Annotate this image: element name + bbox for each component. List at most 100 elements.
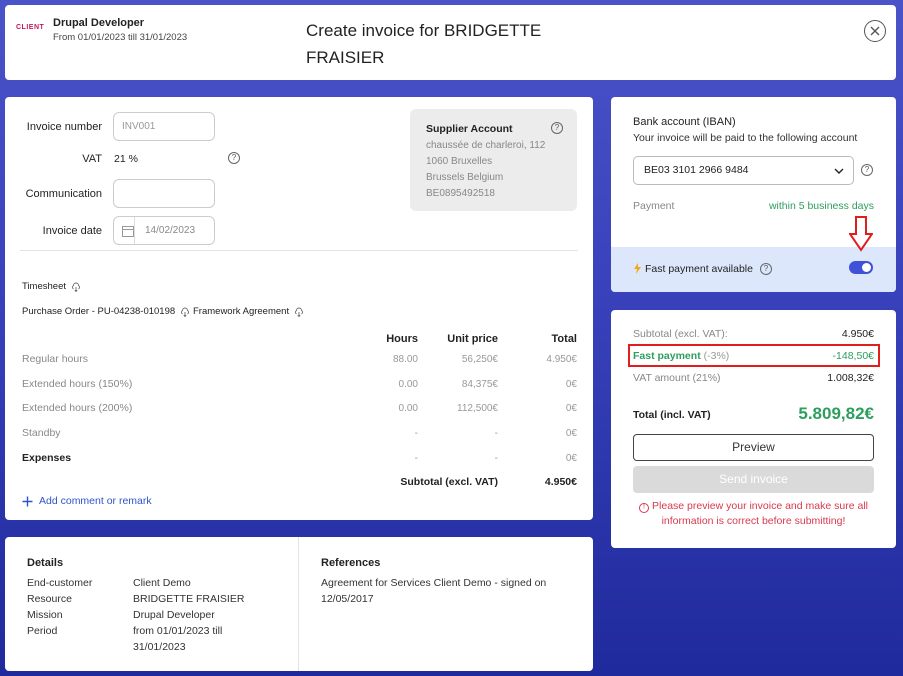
send-invoice-button[interactable]: Send invoice bbox=[633, 466, 874, 493]
payment-label: Payment bbox=[633, 200, 675, 212]
row-hours: - bbox=[414, 453, 418, 464]
communication-label: Communication bbox=[25, 188, 102, 200]
cloud-download-icon bbox=[181, 307, 190, 317]
invoice-number-label: Invoice number bbox=[26, 121, 102, 133]
end-customer-value: Client Demo bbox=[133, 577, 191, 589]
row-label: Regular hours bbox=[22, 353, 88, 365]
supplier-title: Supplier Account bbox=[426, 123, 513, 135]
warning-text-1: Please preview your invoice and make sur… bbox=[652, 500, 868, 512]
vat-amount-label: VAT amount (21%) bbox=[633, 372, 721, 384]
total-value: 5.809,82€ bbox=[798, 404, 874, 423]
arrow-down-icon bbox=[849, 216, 873, 252]
timesheet-link[interactable]: Timesheet bbox=[22, 281, 81, 292]
row-hours: 0.00 bbox=[398, 403, 418, 414]
row-total: 0€ bbox=[565, 379, 577, 390]
framework-agreement-label: Framework Agreement bbox=[193, 306, 290, 317]
subtotal-label: Subtotal (excl. VAT) bbox=[400, 476, 498, 488]
row-total: 0€ bbox=[565, 428, 577, 439]
vat-value: 21 % bbox=[114, 153, 138, 165]
employee-period: From 01/01/2023 till 31/01/2023 bbox=[53, 32, 188, 43]
supplier-city: 1060 Bruxelles bbox=[426, 156, 493, 167]
supplier-help-icon[interactable]: ? bbox=[551, 122, 563, 134]
period-value-line-1: from 01/01/2023 till bbox=[133, 625, 223, 637]
close-button[interactable] bbox=[864, 20, 886, 42]
invoice-form-card: Invoice number INV001 VAT 21 % ? Communi… bbox=[5, 97, 593, 520]
row-hours: 88.00 bbox=[392, 354, 418, 365]
supplier-country: Brussels Belgium bbox=[426, 172, 504, 183]
period-value-line-2: 31/01/2023 bbox=[133, 641, 186, 653]
close-icon bbox=[870, 26, 880, 36]
iban-value: BE03 3101 2966 9484 bbox=[644, 164, 749, 176]
col-header-total: Total bbox=[551, 333, 577, 345]
row-label: Standby bbox=[22, 427, 61, 439]
mission-key: Mission bbox=[27, 609, 63, 621]
payment-value: within 5 business days bbox=[768, 200, 874, 212]
client-logo: CLIENT bbox=[16, 24, 45, 31]
calendar-icon bbox=[122, 226, 134, 237]
preview-warning-line-1: ! Please preview your invoice and make su… bbox=[633, 499, 874, 514]
references-title: References bbox=[321, 557, 381, 569]
invoice-date-value: 14/02/2023 bbox=[145, 225, 196, 236]
end-customer-key: End-customer bbox=[27, 577, 93, 589]
lightning-icon bbox=[634, 263, 641, 274]
mission-value: Drupal Developer bbox=[133, 609, 215, 621]
period-key: Period bbox=[27, 625, 58, 637]
subtotal-value: 4.950€ bbox=[544, 476, 577, 488]
row-unit-price: 56,250€ bbox=[461, 354, 498, 365]
employee-name: Drupal Developer bbox=[53, 17, 145, 29]
chevron-down-icon bbox=[834, 168, 844, 174]
purchase-order-link[interactable]: Purchase Order - PU-04238-010198 bbox=[22, 306, 190, 317]
invoice-date-label: Invoice date bbox=[42, 225, 102, 237]
row-label: Expenses bbox=[22, 452, 72, 464]
form-divider bbox=[20, 250, 578, 251]
page-title: Create invoice for BRIDGETTE FRAISIER bbox=[306, 17, 566, 71]
bank-title: Bank account (IBAN) bbox=[633, 116, 736, 128]
details-card: Details End-customer Client Demo Resourc… bbox=[5, 537, 593, 671]
row-unit-price: 112,500€ bbox=[457, 403, 498, 414]
col-header-hours: Hours bbox=[386, 333, 418, 345]
iban-help-icon[interactable]: ? bbox=[861, 164, 873, 176]
supplier-account-box: Supplier Account ? chaussée de charleroi… bbox=[410, 109, 577, 211]
fast-payment-highlight-box bbox=[628, 344, 880, 367]
resource-value: BRIDGETTE FRAISIER bbox=[133, 593, 245, 605]
references-line-2: 12/05/2017 bbox=[321, 593, 374, 605]
communication-input[interactable] bbox=[113, 179, 215, 208]
invoice-number-input[interactable]: INV001 bbox=[113, 112, 215, 141]
references-line-1: Agreement for Services Client Demo - sig… bbox=[321, 577, 547, 589]
row-unit-price: 84,375€ bbox=[461, 379, 498, 390]
row-total: 0€ bbox=[565, 453, 577, 464]
supplier-street: chaussée de charleroi, 112 bbox=[426, 140, 546, 151]
plus-icon bbox=[22, 496, 33, 506]
cloud-download-icon bbox=[72, 282, 80, 292]
col-header-unit-price: Unit price bbox=[447, 333, 498, 345]
totals-subtotal-value: 4.950€ bbox=[841, 328, 874, 340]
fast-payment-toggle[interactable] bbox=[849, 261, 873, 274]
page-title-line-1: Create invoice for BRIDGETTE bbox=[306, 21, 542, 40]
supplier-vat-number: BE0895492518 bbox=[426, 188, 495, 199]
preview-warning-line-2: information is correct before submitting… bbox=[661, 515, 846, 527]
details-title: Details bbox=[27, 557, 64, 569]
vat-amount-value: 1.008,32€ bbox=[827, 372, 874, 384]
add-comment-link[interactable]: Add comment or remark bbox=[22, 495, 152, 507]
row-total: 4.950€ bbox=[546, 354, 577, 365]
row-hours: 0.00 bbox=[398, 379, 418, 390]
totals-subtotal-label: Subtotal (excl. VAT): bbox=[633, 328, 728, 340]
resource-key: Resource bbox=[27, 593, 72, 605]
row-label: Extended hours (150%) bbox=[22, 378, 133, 390]
vat-help-icon[interactable]: ? bbox=[228, 152, 240, 164]
preview-button[interactable]: Preview bbox=[633, 434, 874, 461]
info-circle-icon: ! bbox=[639, 503, 650, 513]
framework-agreement-link[interactable]: Framework Agreement bbox=[193, 306, 304, 317]
timesheet-label: Timesheet bbox=[22, 281, 66, 292]
iban-select[interactable]: BE03 3101 2966 9484 bbox=[633, 156, 854, 185]
cloud-download-icon bbox=[295, 307, 304, 317]
invoice-date-input[interactable]: 14/02/2023 bbox=[113, 216, 215, 245]
row-unit-price: - bbox=[494, 428, 498, 439]
bank-subtitle: Your invoice will be paid to the followi… bbox=[633, 132, 858, 144]
row-label: Extended hours (200%) bbox=[22, 402, 133, 414]
fast-payment-help-icon[interactable]: ? bbox=[760, 263, 772, 275]
vat-label: VAT bbox=[82, 153, 102, 165]
fast-payment-label: Fast payment available bbox=[645, 263, 753, 275]
row-total: 0€ bbox=[565, 403, 577, 414]
row-unit-price: - bbox=[494, 453, 498, 464]
